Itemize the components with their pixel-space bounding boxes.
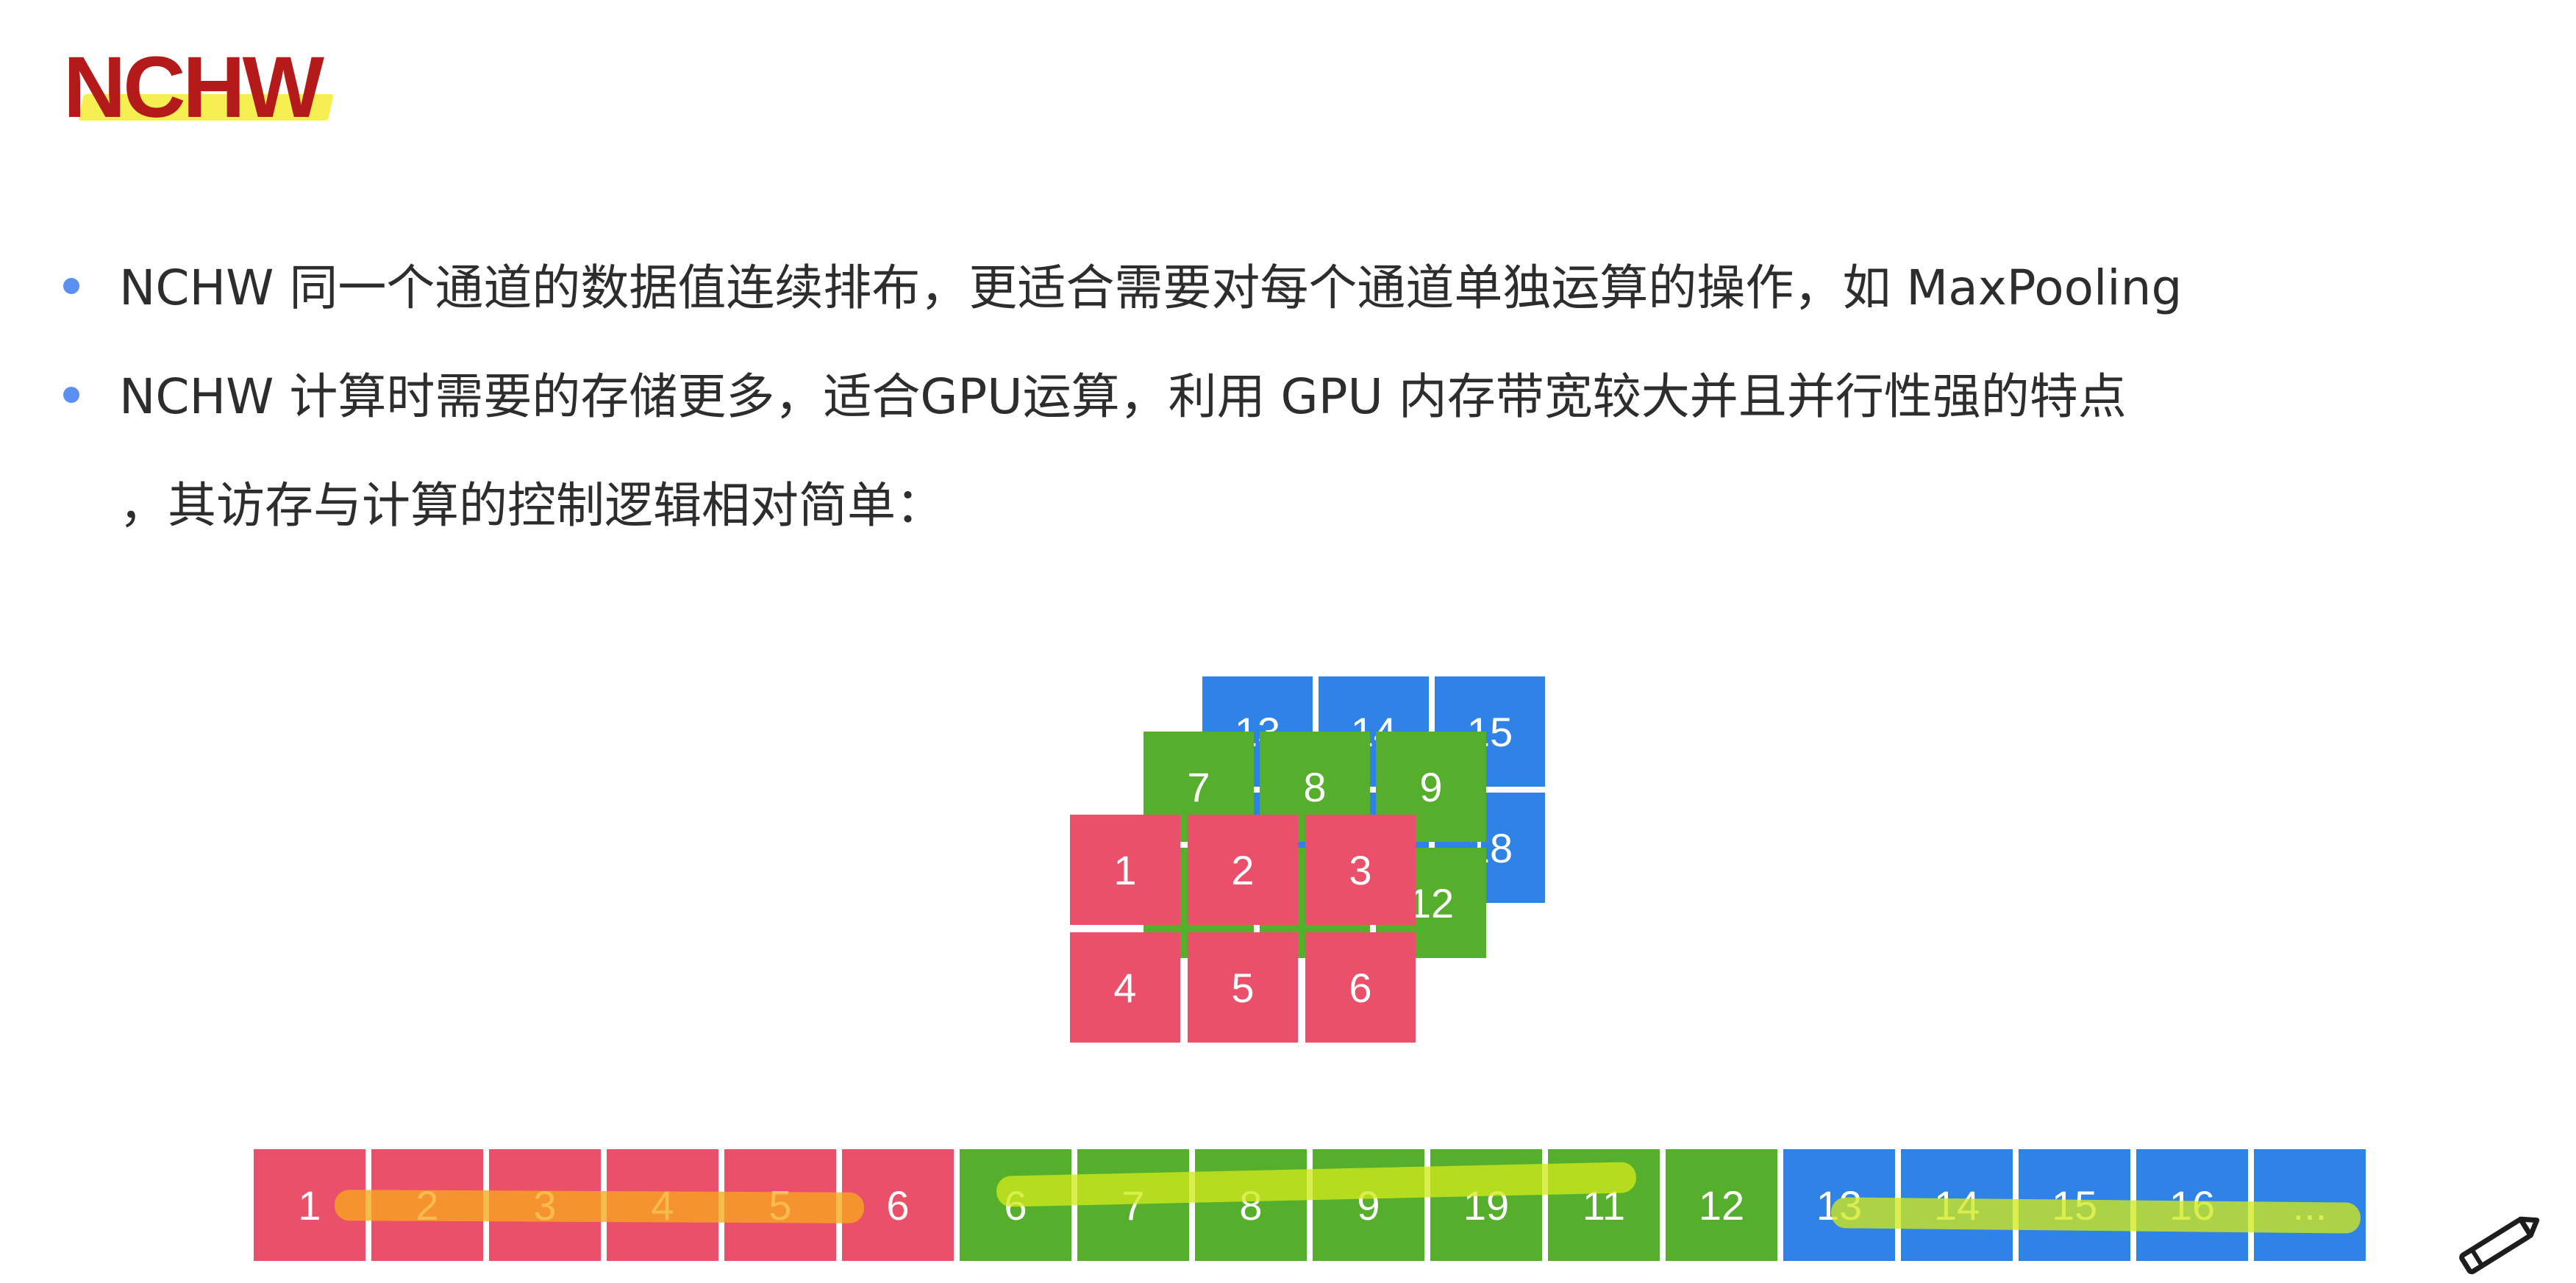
pencil-icon[interactable] <box>2451 1211 2547 1277</box>
bullet-dot-icon <box>63 387 79 403</box>
tensor-cell: 5 <box>1188 932 1298 1043</box>
bullet-dot-icon <box>63 278 79 294</box>
tensor-cell: 1 <box>1070 815 1180 925</box>
bullet-list: NCHW 同一个通道的数据值连续排布，更适合需要对每个通道单独运算的操作，如 M… <box>59 234 2559 560</box>
memory-cell: 9 <box>1313 1149 1424 1261</box>
bullet-item-1: NCHW 同一个通道的数据值连续排布，更适合需要对每个通道单独运算的操作，如 M… <box>59 234 2559 343</box>
bullet-text: NCHW 计算时需要的存储更多，适合GPU运算，利用 GPU 内存带宽较大并且并… <box>119 368 2127 425</box>
tensor-cell: 3 <box>1305 815 1416 925</box>
tensor-cell: 6 <box>1305 932 1416 1043</box>
highlight-mark-orange <box>334 1190 865 1223</box>
bullet-text: NCHW 同一个通道的数据值连续排布，更适合需要对每个通道单独运算的操作，如 M… <box>119 260 2183 316</box>
tensor-cell: 4 <box>1070 932 1180 1043</box>
memory-cell: 8 <box>1195 1149 1307 1261</box>
bullet-text-continuation: ，其访存与计算的控制逻辑相对简单： <box>119 477 944 534</box>
highlight-mark-blue-row <box>1830 1197 2361 1234</box>
tensor-cell: 2 <box>1188 815 1298 925</box>
slide-title: NCHW <box>63 39 324 136</box>
bullet-item-2: NCHW 计算时需要的存储更多，适合GPU运算，利用 GPU 内存带宽较大并且并… <box>59 343 2559 560</box>
memory-cell: 12 <box>1666 1149 1777 1261</box>
memory-cell: 7 <box>1077 1149 1189 1261</box>
